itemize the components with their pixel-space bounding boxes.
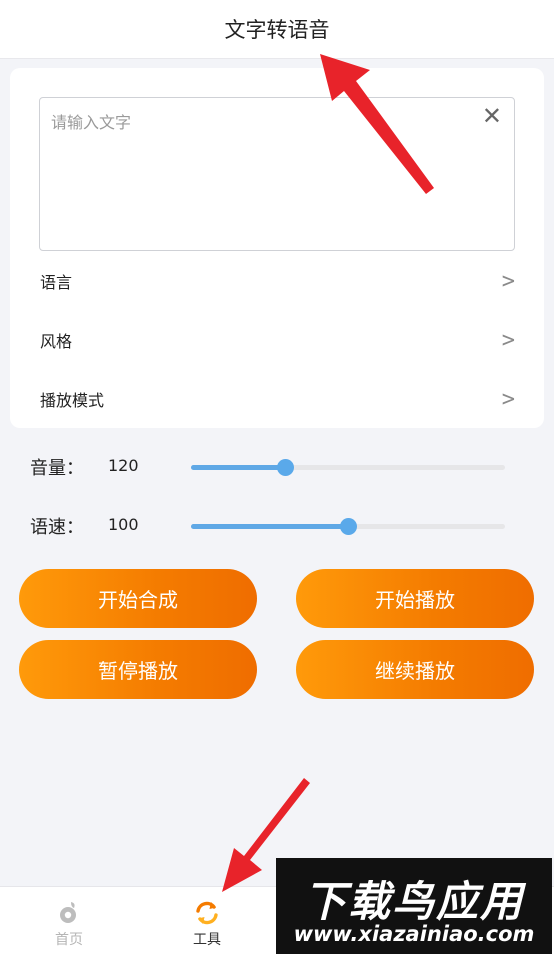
pause-play-button[interactable]: 暂停播放: [19, 640, 257, 699]
chevron-right-icon: >: [501, 386, 515, 412]
settings-card: 请输入文字 ✕ 语言 > 风格 > 播放模式 >: [10, 68, 544, 428]
text-input[interactable]: 请输入文字 ✕: [39, 97, 515, 251]
volume-label: 音量：: [30, 458, 84, 479]
start-synthesis-button[interactable]: 开始合成: [19, 569, 257, 628]
style-row[interactable]: 风格 >: [40, 320, 515, 360]
volume-slider[interactable]: [191, 459, 505, 476]
page-title: 文字转语音: [224, 18, 330, 42]
play-mode-label: 播放模式: [40, 391, 105, 410]
tab-home[interactable]: 首页: [9, 887, 129, 957]
volume-slider-thumb[interactable]: [277, 459, 295, 476]
annotation-arrow-icon: [320, 54, 434, 194]
volume-value: 120: [108, 456, 139, 475]
speed-slider[interactable]: [191, 518, 505, 535]
chevron-right-icon: >: [501, 268, 515, 294]
volume-slider-row: 音量： 120: [30, 452, 510, 482]
tab-tools-label: 工具: [193, 932, 221, 948]
speed-slider-thumb[interactable]: [340, 518, 357, 535]
text-input-placeholder: 请输入文字: [51, 113, 132, 132]
play-mode-row[interactable]: 播放模式 >: [40, 379, 515, 419]
speed-slider-row: 语速： 100: [30, 511, 510, 541]
chevron-right-icon: >: [501, 327, 515, 353]
resume-play-button[interactable]: 继续播放: [296, 640, 534, 699]
language-label: 语言: [40, 273, 73, 292]
home-icon: [60, 902, 76, 923]
tab-home-label: 首页: [55, 932, 83, 948]
language-row[interactable]: 语言 >: [40, 261, 515, 301]
style-label: 风格: [40, 332, 73, 351]
speed-value: 100: [108, 515, 139, 534]
close-icon[interactable]: ✕: [482, 102, 502, 130]
app-header: 文字转语音: [0, 0, 554, 59]
watermark-url: www.xiazainiao.com: [293, 922, 535, 946]
start-play-button[interactable]: 开始播放: [296, 569, 534, 628]
watermark-title: 下载鸟应用: [303, 877, 524, 926]
speed-slider-fill: [191, 524, 348, 529]
speed-label: 语速：: [30, 517, 84, 538]
volume-slider-fill: [191, 465, 286, 470]
refresh-icon: [196, 901, 218, 925]
watermark: 下载鸟应用 www.xiazainiao.com: [276, 858, 552, 954]
